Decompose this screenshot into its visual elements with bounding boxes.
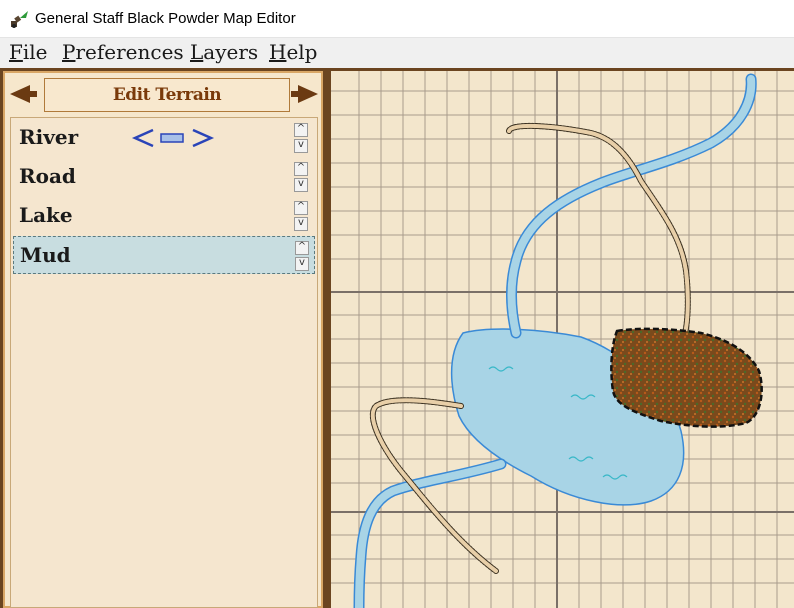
prev-arrow-icon[interactable]: [8, 82, 38, 106]
terrain-label: River: [19, 125, 79, 149]
panel-header: Edit Terrain: [6, 74, 321, 114]
list-item[interactable]: River ^ v: [13, 119, 315, 157]
next-arrow-icon[interactable]: [290, 82, 320, 106]
terrain-label: Lake: [19, 203, 73, 227]
double-arrow-line-icon: [131, 128, 215, 148]
map-canvas[interactable]: [331, 71, 794, 608]
menu-bar: File Preferences Layers Help: [0, 38, 794, 68]
divider: [323, 71, 331, 608]
terrain-label: Mud: [20, 243, 71, 267]
list-item[interactable]: Road ^ v: [13, 158, 315, 196]
menu-layers[interactable]: Layers: [190, 40, 258, 64]
list-item-selected[interactable]: Mud ^ v: [13, 236, 315, 274]
map-svg[interactable]: [331, 71, 794, 608]
menu-help[interactable]: Help: [269, 40, 318, 64]
order-stepper[interactable]: ^ v: [295, 241, 311, 273]
list-item[interactable]: Lake ^ v: [13, 197, 315, 235]
terrain-label: Road: [19, 164, 76, 188]
menu-preferences[interactable]: Preferences: [62, 40, 184, 64]
order-stepper[interactable]: ^ v: [294, 123, 310, 155]
terrain-list: River ^ v Road ^ v Lake ^ v Mud ^ v: [10, 117, 318, 608]
order-stepper[interactable]: ^ v: [294, 162, 310, 194]
up-icon[interactable]: ^: [294, 201, 308, 215]
down-icon[interactable]: v: [295, 257, 309, 271]
app-icon: [11, 11, 28, 28]
up-icon[interactable]: ^: [295, 241, 309, 255]
down-icon[interactable]: v: [294, 217, 308, 231]
up-icon[interactable]: ^: [294, 162, 308, 176]
window-title: General Staff Black Powder Map Editor: [35, 10, 296, 27]
title-bar: General Staff Black Powder Map Editor: [0, 0, 794, 38]
order-stepper[interactable]: ^ v: [294, 201, 310, 233]
down-icon[interactable]: v: [294, 178, 308, 192]
menu-file[interactable]: File: [9, 40, 48, 64]
up-icon[interactable]: ^: [294, 123, 308, 137]
down-icon[interactable]: v: [294, 139, 308, 153]
panel-title: Edit Terrain: [44, 78, 290, 112]
